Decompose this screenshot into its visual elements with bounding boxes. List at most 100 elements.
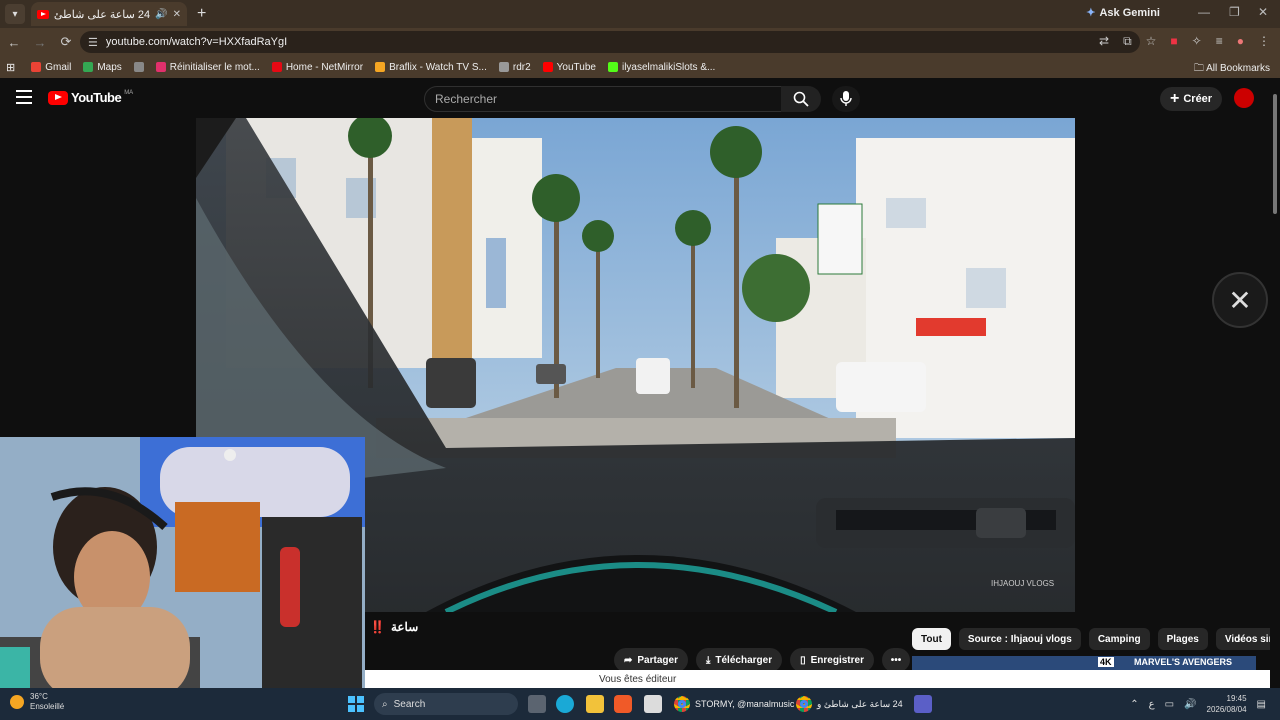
bookmark-item[interactable]: Réinitialiser le mot...	[155, 61, 260, 73]
youtube-logo-text: YouTube	[71, 90, 122, 105]
youtube-logo[interactable]: YouTube MA	[48, 90, 133, 105]
chip-all[interactable]: Tout	[912, 628, 951, 650]
download-button[interactable]: ⤓ Télécharger	[695, 648, 783, 672]
restore-window-button[interactable]: ❐	[1229, 5, 1240, 19]
new-tab-button[interactable]: +	[197, 5, 206, 23]
forward-button[interactable]: →	[28, 35, 52, 50]
bookmark-favicon-icon	[155, 62, 166, 72]
bookmarks-bar: ⊞ Gmail Maps Réinitialiser le mot... Home -…	[0, 56, 1280, 78]
account-avatar[interactable]	[1234, 88, 1254, 108]
system-tray: ⌃ ع ▭ 🔊 19:45 2026/08/04 ▤	[1130, 693, 1266, 715]
bookmark-icon: ▯	[800, 654, 806, 666]
open-in-app-icon[interactable]: ⧉	[1123, 34, 1132, 49]
minimize-window-button[interactable]: —	[1198, 5, 1210, 19]
chip-beaches[interactable]: Plages	[1157, 628, 1208, 650]
video-actions: ➦ Partager ⤓ Télécharger ▯ Enregistrer •…	[614, 648, 910, 672]
close-window-button[interactable]: ✕	[1258, 5, 1268, 19]
clock-time: 19:45	[1226, 694, 1247, 703]
chrome-menu-icon[interactable]: ⋮	[1258, 34, 1270, 49]
volume-icon[interactable]: 🔊	[1184, 699, 1196, 710]
browser-tabstrip: ▾ 24 ساعة على شاطئ واد 🔊 ✕ + ✦ Ask Gemin…	[0, 0, 1280, 28]
related-filter-chips: Tout Source : Ihjaouj vlogs Camping Plag…	[912, 628, 1280, 650]
search-icon: ⌕	[382, 698, 388, 710]
tab-audio-icon[interactable]: 🔊	[155, 9, 167, 20]
related-video-thumbnail[interactable]: 4K MARVEL'S AVENGERS	[912, 656, 1256, 670]
bookmark-favicon-icon	[83, 62, 94, 72]
teams-icon[interactable]	[914, 695, 932, 713]
file-explorer-icon[interactable]	[586, 695, 604, 713]
guide-menu-icon[interactable]	[16, 90, 32, 104]
more-actions-button[interactable]: •••	[881, 648, 910, 672]
profile-avatar-icon[interactable]: ●	[1237, 34, 1244, 49]
gemini-sparkle-icon: ✦	[1086, 7, 1096, 19]
bookmark-favicon-icon	[607, 62, 618, 72]
share-button[interactable]: ➦ Partager	[614, 648, 688, 672]
bookmark-item[interactable]: YouTube	[542, 62, 596, 73]
bookmark-item[interactable]: ilyaselmalikiSlots &...	[607, 62, 715, 73]
toolbar-actions: ⇄ ⧉ ☆ ■ ✧ ≡ ● ⋮	[1099, 34, 1270, 49]
address-bar[interactable]: ☰ youtube.com/watch?v=HXXfadRaYgI	[80, 31, 1140, 53]
ask-gemini-label: Ask Gemini	[1099, 6, 1160, 19]
bookmark-item[interactable]: Gmail	[31, 62, 71, 73]
media-controls-icon[interactable]: ≡	[1216, 34, 1223, 49]
taskbar-window-chrome-1[interactable]: STORMY, @manalmusic	[674, 694, 794, 714]
share-label: Partager	[637, 654, 678, 666]
search-button[interactable]	[781, 86, 821, 112]
save-button[interactable]: ▯ Enregistrer	[790, 648, 874, 672]
sun-icon	[10, 695, 24, 709]
notifications-icon[interactable]: ▤	[1257, 699, 1266, 710]
language-icon[interactable]: ع	[1149, 699, 1155, 710]
browser-toolbar: ← → ⟳ ☰ youtube.com/watch?v=HXXfadRaYgI …	[0, 28, 1280, 56]
bookmark-item[interactable]: Braflix - Watch TV S...	[375, 62, 487, 73]
chip-source[interactable]: Source : Ihjaouj vlogs	[958, 628, 1081, 650]
chip-camping[interactable]: Camping	[1088, 628, 1150, 650]
search-icon	[793, 91, 809, 107]
translate-icon[interactable]: ⇄	[1099, 34, 1109, 49]
bookmark-item[interactable]	[133, 62, 144, 73]
video-title: ساعة ‼️	[370, 620, 418, 634]
video-title-emoji: ‼️	[370, 620, 385, 634]
country-code: MA	[124, 89, 134, 96]
bookmark-item[interactable]: Home - NetMirror	[271, 62, 363, 73]
extensions-puzzle-icon[interactable]: ✧	[1192, 34, 1202, 49]
extension-icon[interactable]: ■	[1170, 34, 1177, 49]
ask-gemini-button[interactable]: ✦ Ask Gemini	[1086, 6, 1160, 20]
clock[interactable]: 19:45 2026/08/04	[1207, 693, 1247, 715]
brave-browser-icon[interactable]	[614, 695, 632, 713]
back-button[interactable]: ←	[2, 35, 26, 50]
voice-search-button[interactable]	[832, 86, 860, 112]
active-tab[interactable]: 24 ساعة على شاطئ واد 🔊 ✕	[31, 2, 187, 26]
weather-description: Ensoleillé	[30, 702, 65, 711]
chevron-right-icon[interactable]: ›	[1236, 630, 1241, 646]
microsoft-store-icon[interactable]	[644, 695, 662, 713]
chevron-up-icon[interactable]: ⌃	[1130, 699, 1138, 710]
taskbar-search-label: Search	[393, 698, 426, 710]
create-button[interactable]: + Créer	[1160, 87, 1223, 111]
edge-browser-icon[interactable]	[556, 695, 574, 713]
scrollbar-thumb[interactable]	[1273, 94, 1277, 214]
taskbar-window-chrome-2[interactable]: 24 ساعة على شاطئ و	[796, 694, 903, 714]
windows-start-icon[interactable]	[348, 696, 364, 712]
task-view-icon[interactable]	[528, 695, 546, 713]
floating-x-app-button[interactable]: ✕	[1212, 272, 1268, 328]
search-input[interactable]: Rechercher	[424, 86, 782, 112]
apps-grid-icon[interactable]: ⊞	[6, 61, 15, 74]
bookmark-item[interactable]: rdr2	[498, 62, 531, 73]
taskbar-search[interactable]: ⌕ Search	[374, 693, 518, 715]
reload-button[interactable]: ⟳	[54, 34, 78, 50]
bookmark-item[interactable]: Maps	[83, 62, 122, 73]
bookmark-label: Réinitialiser le mot...	[169, 61, 260, 73]
bookmark-label: Braflix - Watch TV S...	[389, 61, 487, 73]
tab-close-icon[interactable]: ✕	[173, 9, 181, 20]
network-icon[interactable]: ▭	[1165, 699, 1174, 710]
weather-widget[interactable]: 36°C Ensoleillé	[10, 692, 64, 712]
page-scrollbar[interactable]	[1270, 78, 1280, 690]
youtube-favicon-icon	[37, 9, 49, 19]
clock-date: 2026/08/04	[1206, 705, 1247, 714]
bookmark-favicon-icon	[498, 62, 509, 72]
site-info-icon[interactable]: ☰	[88, 36, 98, 49]
save-label: Enregistrer	[810, 654, 864, 666]
all-bookmarks-button[interactable]: 🗀 All Bookmarks	[1194, 61, 1270, 78]
tab-search-button[interactable]: ▾	[5, 4, 25, 24]
bookmark-star-icon[interactable]: ☆	[1146, 34, 1157, 49]
